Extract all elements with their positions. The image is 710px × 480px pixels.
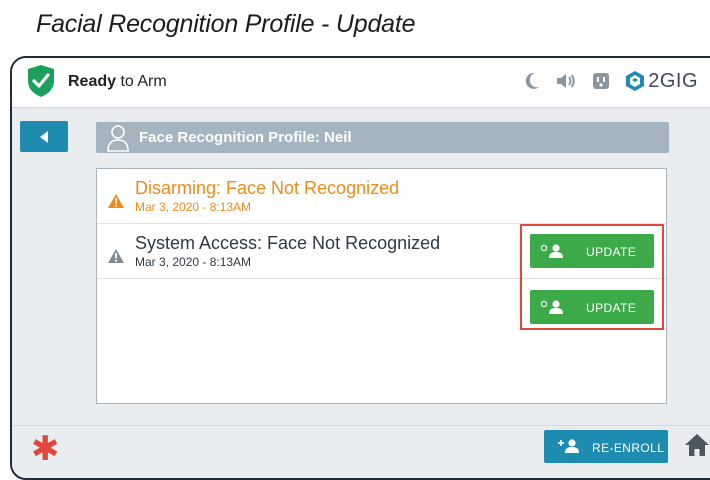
add-person-icon <box>558 439 579 453</box>
home-icon[interactable] <box>684 433 710 457</box>
asterisk-icon[interactable]: ✱ <box>31 432 60 466</box>
event-date: Mar 3, 2020 - 8:13AM <box>135 200 252 214</box>
content-area: Face Recognition Profile: Neil Disarming… <box>12 108 710 425</box>
warning-icon <box>108 249 124 263</box>
re-enroll-label: RE-ENROLL <box>592 441 665 455</box>
profile-header: Face Recognition Profile: Neil <box>96 122 669 153</box>
back-arrow-icon <box>40 130 48 143</box>
panel-screen: Ready to Arm 2GIG Face Recognition Profi… <box>10 56 710 480</box>
face-update-icon <box>540 300 563 314</box>
status-bar: Ready to Arm 2GIG <box>12 58 710 108</box>
back-button[interactable] <box>20 121 68 152</box>
event-title: Disarming: Face Not Recognized <box>135 178 400 198</box>
person-icon <box>107 125 129 152</box>
moon-icon[interactable] <box>523 71 541 91</box>
arm-status-rest: to Arm <box>116 73 167 90</box>
profile-name: Neil <box>324 129 352 146</box>
brand-name: 2GIG <box>648 69 698 92</box>
update-button-label: UPDATE <box>586 301 637 315</box>
brand-logo: 2GIG <box>625 70 698 93</box>
arm-status-text: Ready to Arm <box>68 73 167 91</box>
event-date: Mar 3, 2020 - 8:13AM <box>135 255 252 269</box>
event-row-disarming: Disarming: Face Not Recognized Mar 3, 20… <box>97 169 666 224</box>
arm-status-bold: Ready <box>68 73 117 90</box>
update-button-disarming[interactable]: UPDATE <box>530 234 654 268</box>
speaker-icon[interactable] <box>555 71 577 91</box>
outlet-icon[interactable] <box>591 71 611 91</box>
update-button-label: UPDATE <box>586 245 637 259</box>
status-icons: 2GIG <box>523 67 698 95</box>
profile-title: Face Recognition Profile: Neil <box>139 129 352 146</box>
re-enroll-button[interactable]: RE-ENROLL <box>544 430 668 463</box>
shield-check-icon <box>28 65 54 97</box>
warning-icon <box>108 194 124 208</box>
page-caption: Facial Recognition Profile - Update <box>36 10 416 38</box>
event-title: System Access: Face Not Recognized <box>135 233 441 253</box>
face-update-icon <box>540 244 563 258</box>
footer-bar: ✱ RE-ENROLL <box>12 425 710 478</box>
profile-title-label: Face Recognition Profile: <box>139 129 325 146</box>
brand-logo-icon <box>626 71 645 91</box>
update-button-system-access[interactable]: UPDATE <box>530 290 654 324</box>
